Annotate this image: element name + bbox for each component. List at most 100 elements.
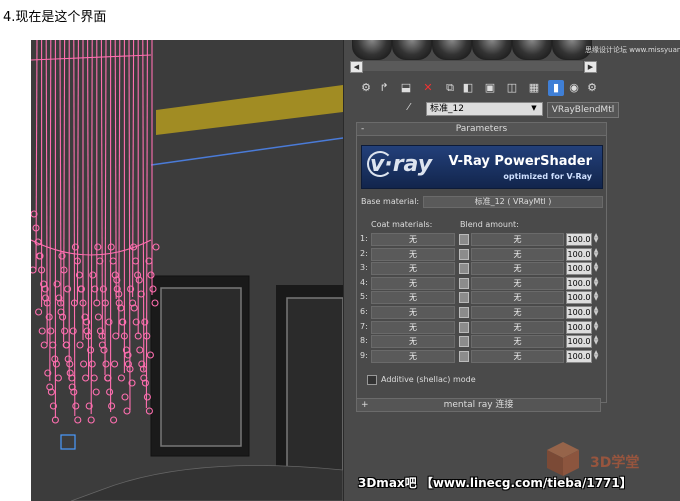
viewport-scene	[31, 40, 343, 501]
mental-ray-title: mental ray 连接	[443, 400, 514, 410]
chevron-down-icon[interactable]: ▼	[529, 103, 539, 113]
blend-color-swatch[interactable]	[459, 234, 469, 245]
blend-map-button[interactable]: 无	[471, 262, 564, 276]
coat-material-button[interactable]: 无	[371, 233, 455, 246]
mental-ray-rollout-header[interactable]: + mental ray 连接	[356, 398, 601, 412]
additive-checkbox[interactable]	[367, 375, 377, 385]
blend-amount-field[interactable]: 100.0	[566, 233, 592, 246]
go-parent-icon[interactable]: ▮	[548, 80, 564, 96]
rollout-title: Parameters	[455, 124, 508, 134]
material-slot[interactable]	[432, 40, 472, 60]
parameters-rollout: - Parameters v·ray V-Ray PowerShader opt…	[356, 122, 607, 403]
material-slot[interactable]	[472, 40, 512, 60]
row-number: 2:	[360, 248, 368, 258]
blend-amount-field[interactable]: 100.0	[566, 320, 592, 334]
blend-amount-field[interactable]: 100.0	[566, 335, 592, 349]
coat-material-button[interactable]: 无	[371, 320, 455, 334]
coat-material-button[interactable]: 无	[371, 262, 455, 276]
coat-row: 6: 无无 100.0 ▲ ▼	[357, 306, 606, 319]
put-material-icon[interactable]: ↱	[376, 80, 392, 96]
banner-title: V-Ray PowerShader	[448, 154, 592, 169]
coat-material-button[interactable]: 无	[371, 306, 455, 319]
corner-logo-text: 3D学堂	[590, 455, 640, 471]
blend-amount-field[interactable]: 100.0	[566, 349, 592, 363]
copy-icon[interactable]: ⧉	[442, 80, 458, 96]
blend-color-swatch[interactable]	[459, 307, 469, 318]
coat-material-button[interactable]: 无	[371, 291, 455, 305]
coat-material-button[interactable]: 无	[371, 276, 455, 290]
spinner-icon[interactable]: ▲ ▼	[593, 306, 599, 317]
coat-row: 1: 无无 100.0 ▲ ▼	[357, 233, 606, 246]
blend-amount-field[interactable]: 100.0	[566, 262, 592, 276]
floor-object	[70, 465, 343, 501]
material-type-button[interactable]: VRayBlendMtl	[547, 102, 619, 118]
blend-map-button[interactable]: 无	[471, 349, 564, 363]
vray-logo: v·ray	[370, 152, 433, 177]
blend-color-swatch[interactable]	[459, 277, 469, 289]
slots-scrollbar[interactable]	[363, 61, 583, 71]
delete-icon[interactable]: ✕	[420, 80, 436, 96]
scroll-left-icon[interactable]: ◀	[350, 61, 363, 73]
spinner-icon[interactable]: ▲ ▼	[593, 233, 599, 244]
blend-map-button[interactable]: 无	[471, 247, 564, 261]
viewport[interactable]	[31, 40, 343, 501]
blend-color-swatch[interactable]	[459, 263, 469, 275]
blend-map-button[interactable]: 无	[471, 233, 564, 246]
coat-row: 9: 无无 100.0 ▲ ▼	[357, 349, 606, 363]
material-name-field[interactable]: 标准_12	[426, 102, 543, 116]
blend-map-button[interactable]: 无	[471, 291, 564, 305]
blend-amount-field[interactable]: 100.0	[566, 291, 592, 305]
blend-map-button[interactable]: 无	[471, 335, 564, 349]
material-id-icon[interactable]: ▣	[482, 80, 498, 96]
coat-row: 5: 无无 100.0 ▲ ▼	[357, 291, 606, 305]
row-number: 1:	[360, 234, 368, 243]
step-caption: 4.现在是这个界面	[3, 10, 107, 25]
blend-amount-field[interactable]: 100.0	[566, 306, 592, 319]
go-sibling-icon[interactable]: ◉	[566, 80, 582, 96]
blend-map-button[interactable]: 无	[471, 276, 564, 290]
parameters-rollout-header[interactable]: - Parameters	[357, 123, 606, 136]
coat-material-button[interactable]: 无	[371, 335, 455, 349]
vray-banner: v·ray V-Ray PowerShader optimized for V-…	[361, 145, 603, 189]
coat-row: 4: 无无 100.0 ▲ ▼	[357, 276, 606, 290]
scroll-right-icon[interactable]: ▶	[584, 61, 597, 73]
cube-logo-icon	[547, 442, 579, 476]
spinner-icon[interactable]: ▲ ▼	[593, 349, 599, 361]
material-slot[interactable]	[392, 40, 432, 60]
assign-material-icon[interactable]: ⬓	[398, 80, 414, 96]
blend-color-swatch[interactable]	[459, 336, 469, 348]
coat-row: 7: 无无 100.0 ▲ ▼	[357, 320, 606, 334]
ceiling-beam	[156, 85, 343, 135]
get-material-icon[interactable]: ⚙	[358, 80, 374, 96]
blend-color-swatch[interactable]	[459, 350, 469, 362]
blend-map-button[interactable]: 无	[471, 320, 564, 334]
coat-material-button[interactable]: 无	[371, 247, 455, 261]
row-number: 8:	[360, 336, 368, 346]
row-number: 6:	[360, 307, 368, 316]
blend-map-button[interactable]: 无	[471, 306, 564, 319]
show-map-icon[interactable]: ◫	[504, 80, 520, 96]
blend-amount-field[interactable]: 100.0	[566, 276, 592, 290]
spinner-icon[interactable]: ▲ ▼	[593, 335, 599, 346]
spinner-icon[interactable]: ▲ ▼	[593, 262, 599, 273]
options-icon[interactable]: ⚙	[584, 80, 600, 96]
coat-material-button[interactable]: 无	[371, 349, 455, 363]
coat-row: 3: 无无 100.0 ▲ ▼	[357, 262, 606, 276]
eyedropper-icon[interactable]: ⁄	[408, 102, 410, 113]
spinner-icon[interactable]: ▲ ▼	[593, 247, 599, 259]
blend-color-swatch[interactable]	[459, 321, 469, 333]
show-end-result-icon[interactable]: ▦	[526, 80, 542, 96]
base-material-button[interactable]: 标准_12 ( VRayMtl )	[423, 196, 603, 208]
material-slot[interactable]	[352, 40, 392, 60]
row-number: 7:	[360, 321, 368, 331]
blend-amount-field[interactable]: 100.0	[566, 247, 592, 261]
spinner-icon[interactable]: ▲ ▼	[593, 291, 599, 302]
blue-guide-line	[150, 137, 343, 166]
material-slot[interactable]	[512, 40, 552, 60]
additive-label: Additive (shellac) mode	[381, 375, 476, 384]
spinner-icon[interactable]: ▲ ▼	[593, 276, 599, 288]
spinner-icon[interactable]: ▲ ▼	[593, 320, 599, 332]
blend-color-swatch[interactable]	[459, 292, 469, 304]
unique-icon[interactable]: ◧	[460, 80, 476, 96]
blend-color-swatch[interactable]	[459, 248, 469, 260]
